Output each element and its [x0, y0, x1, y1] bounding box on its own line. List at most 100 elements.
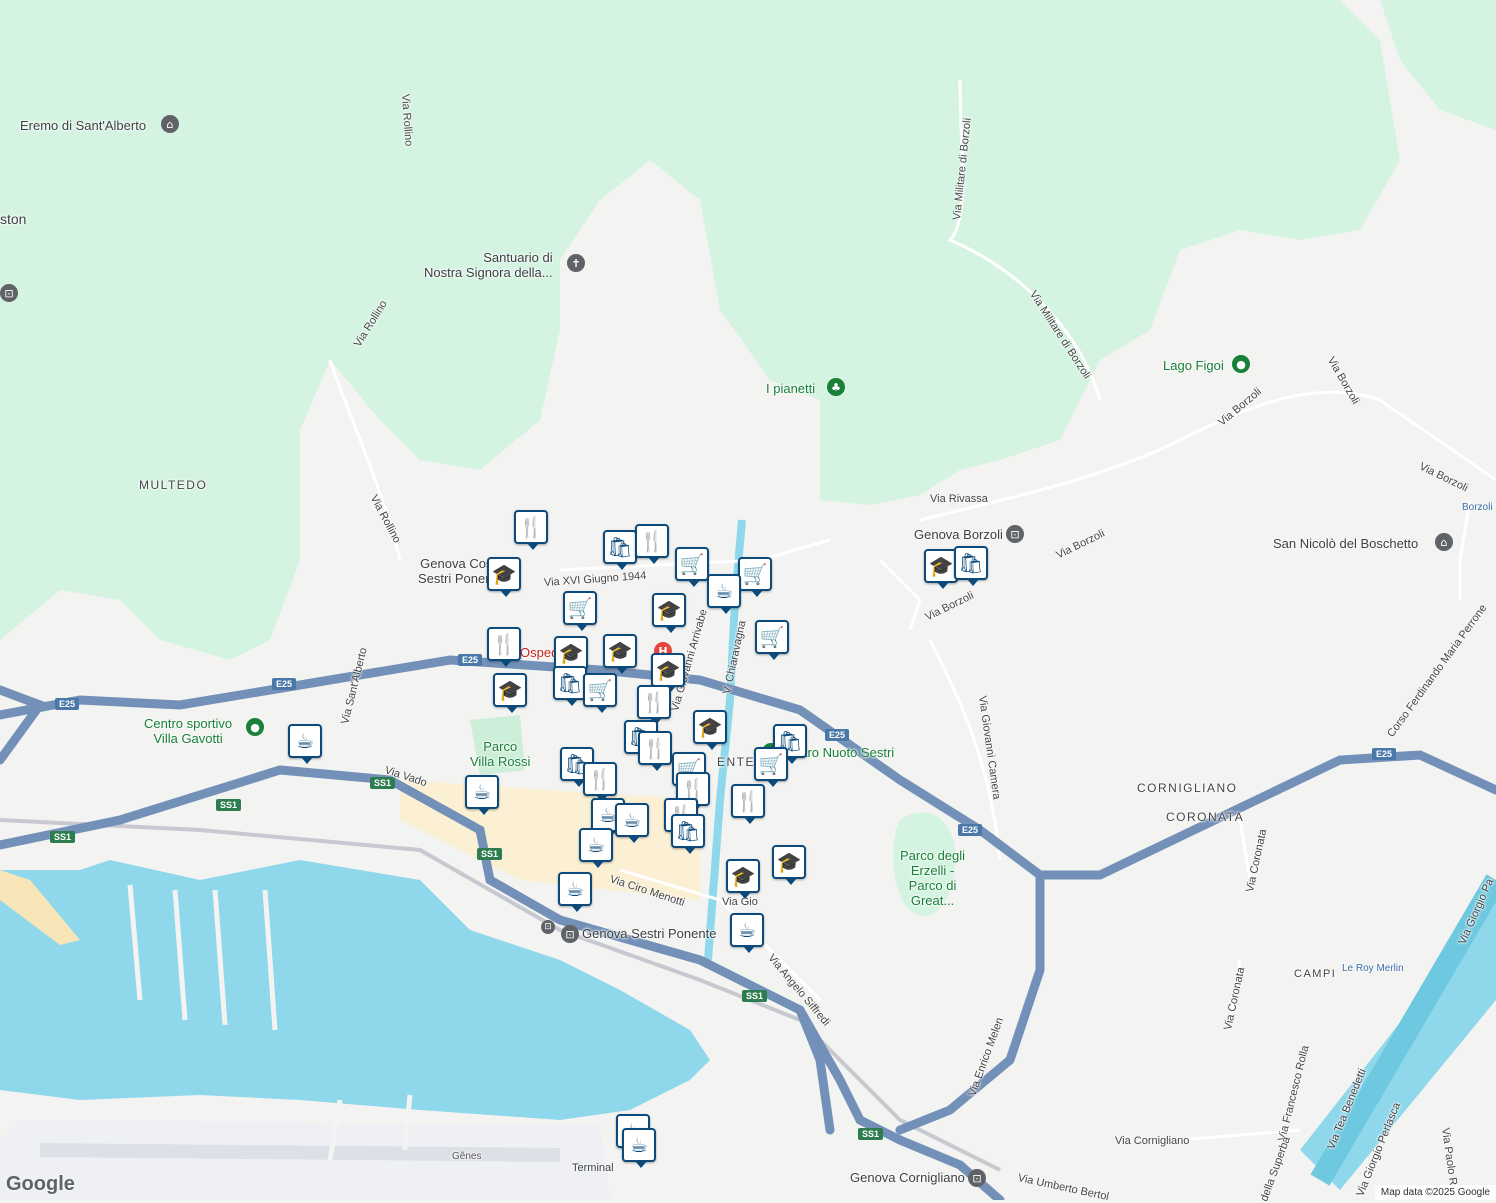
school-marker[interactable]: 🎓	[651, 653, 685, 693]
shopping-marker[interactable]: 🛍	[603, 530, 637, 570]
train-station-icon[interactable]: ⊡	[541, 920, 555, 934]
restaurant-icon: 🍴	[587, 767, 613, 791]
shopping-cart-icon: 🛒	[758, 752, 784, 776]
shopping-bag-icon: 🛍	[557, 671, 583, 695]
station-label-cornigliano: Genova Cornigliano	[850, 1170, 965, 1185]
shopping-cart-icon: 🛒	[759, 625, 785, 649]
park-pin-icon[interactable]: ●	[246, 718, 264, 736]
restaurant-marker[interactable]: 🍴	[487, 627, 521, 667]
route-shield-ss1: SS1	[477, 848, 503, 860]
graduation-cap-icon: 🎓	[697, 715, 723, 739]
cafe-marker[interactable]: ☕	[730, 913, 764, 953]
route-shield-e25: E25	[272, 678, 297, 690]
restaurant-marker[interactable]: 🍴	[637, 685, 671, 725]
shopping-bag-icon: 🛍	[607, 535, 633, 559]
school-marker[interactable]: 🎓	[693, 710, 727, 750]
train-station-icon[interactable]: ⊡	[561, 925, 579, 943]
cafe-marker[interactable]: ☕	[579, 828, 613, 868]
grocery-marker[interactable]: 🛒	[755, 620, 789, 660]
street-label: Via Cornigliano	[1115, 1135, 1190, 1147]
park-pin-icon[interactable]: ●	[1232, 355, 1250, 373]
route-shield-ss1: SS1	[50, 831, 76, 843]
area-label-aston: ston	[0, 211, 27, 227]
shopping-marker[interactable]: 🛍	[671, 814, 705, 854]
place-label-pianetti: I pianetti	[766, 381, 816, 396]
place-label-le-roy-merlin: Le Roy Merlin	[1342, 963, 1404, 974]
school-marker[interactable]: 🎓	[493, 673, 527, 713]
restaurant-icon: 🍴	[642, 736, 668, 760]
restaurant-marker[interactable]: 🍴	[635, 524, 669, 564]
school-marker[interactable]: 🎓	[487, 557, 521, 597]
map-attribution[interactable]: Map data ©2025 Google	[1374, 1185, 1496, 1200]
restaurant-marker[interactable]: 🍴	[638, 731, 672, 771]
cafe-marker[interactable]: ☕	[707, 574, 741, 614]
coffee-cup-icon: ☕	[587, 833, 605, 857]
graduation-cap-icon: 🎓	[928, 554, 954, 578]
cafe-marker[interactable]: ☕	[558, 872, 592, 912]
grocery-marker[interactable]: 🛒	[754, 747, 788, 787]
graduation-cap-icon: 🎓	[776, 850, 802, 874]
coffee-cup-icon: ☕	[630, 1133, 648, 1157]
shopping-cart-icon: 🛒	[742, 562, 768, 586]
restaurant-icon: 🍴	[518, 515, 544, 539]
coffee-cup-icon: ☕	[473, 780, 491, 804]
route-shield-e25: E25	[958, 824, 983, 836]
school-marker[interactable]: 🎓	[603, 634, 637, 674]
station-label-sestri-ponente: Genova Sestri Ponente	[582, 926, 717, 941]
area-label-ponente: ENTE	[717, 755, 756, 769]
restaurant-icon: 🍴	[639, 529, 665, 553]
school-marker[interactable]: 🎓	[652, 593, 686, 633]
shopping-bag-icon: 🛍	[675, 819, 701, 843]
route-shield-ss1: SS1	[858, 1128, 884, 1140]
route-shield-e25: E25	[55, 698, 80, 710]
graduation-cap-icon: 🎓	[497, 678, 523, 702]
place-label-eremo: Eremo di Sant'Alberto	[20, 118, 147, 133]
coffee-cup-icon: ☕	[738, 918, 756, 942]
area-label-multedo: MULTEDO	[139, 478, 208, 492]
school-marker[interactable]: 🎓	[772, 845, 806, 885]
area-label-campi: CAMPI	[1294, 968, 1337, 980]
restaurant-marker[interactable]: 🍴	[731, 784, 765, 824]
station-label-borzoli: Genova Borzoli	[914, 527, 1003, 542]
cafe-marker[interactable]: ☕	[615, 803, 649, 843]
shopping-cart-icon: 🛒	[679, 552, 705, 576]
grocery-marker[interactable]: 🛒	[675, 547, 709, 587]
map-canvas[interactable]	[0, 0, 1496, 1200]
graduation-cap-icon: 🎓	[655, 658, 681, 682]
grocery-marker[interactable]: 🛒	[583, 673, 617, 713]
airport-runway-strip	[39, 1143, 561, 1162]
shopping-marker[interactable]: 🛍	[553, 666, 587, 706]
route-shield-ss1: SS1	[370, 777, 396, 789]
shopping-cart-icon: 🛒	[587, 678, 613, 702]
museum-icon[interactable]: ⌂	[161, 115, 179, 133]
graduation-cap-icon: 🎓	[491, 562, 517, 586]
park-tree-icon[interactable]: ♣	[827, 378, 845, 396]
restaurant-marker[interactable]: 🍴	[514, 510, 548, 550]
place-label-parco-villa-rossi: Parco Villa Rossi	[470, 739, 531, 769]
cafe-marker[interactable]: ☕	[288, 724, 322, 764]
place-label-borzoli: Borzoli	[1462, 502, 1493, 513]
train-station-icon[interactable]: ⊡	[1006, 525, 1024, 543]
google-logo[interactable]: Google	[6, 1173, 75, 1196]
cafe-marker[interactable]: ☕	[465, 775, 499, 815]
coffee-cup-icon: ☕	[623, 808, 641, 832]
route-shield-ss1: SS1	[216, 799, 242, 811]
grocery-marker[interactable]: 🛒	[563, 591, 597, 631]
graduation-cap-icon: 🎓	[607, 639, 633, 663]
place-label-san-nicolo: San Nicolò del Boschetto	[1273, 536, 1419, 551]
area-label-coronata: CORONATA	[1166, 810, 1245, 824]
museum-icon[interactable]: ⌂	[1435, 533, 1453, 551]
school-marker[interactable]: 🎓	[554, 636, 588, 676]
route-shield-e25: E25	[458, 654, 483, 666]
shopping-marker[interactable]: 🛍	[954, 546, 988, 586]
church-icon[interactable]: ✝	[567, 254, 585, 272]
restaurant-marker[interactable]: 🍴	[583, 762, 617, 802]
school-marker[interactable]: 🎓	[726, 859, 760, 899]
area-label-cornigliano: CORNIGLIANO	[1137, 781, 1238, 795]
route-shield-ss1: SS1	[742, 990, 768, 1002]
school-marker[interactable]: 🎓	[924, 549, 958, 589]
train-station-icon[interactable]: ⊡	[0, 284, 18, 302]
grocery-marker[interactable]: 🛒	[738, 557, 772, 597]
cafe-marker[interactable]: ☕	[622, 1128, 656, 1168]
train-station-icon[interactable]: ⊡	[968, 1169, 986, 1187]
